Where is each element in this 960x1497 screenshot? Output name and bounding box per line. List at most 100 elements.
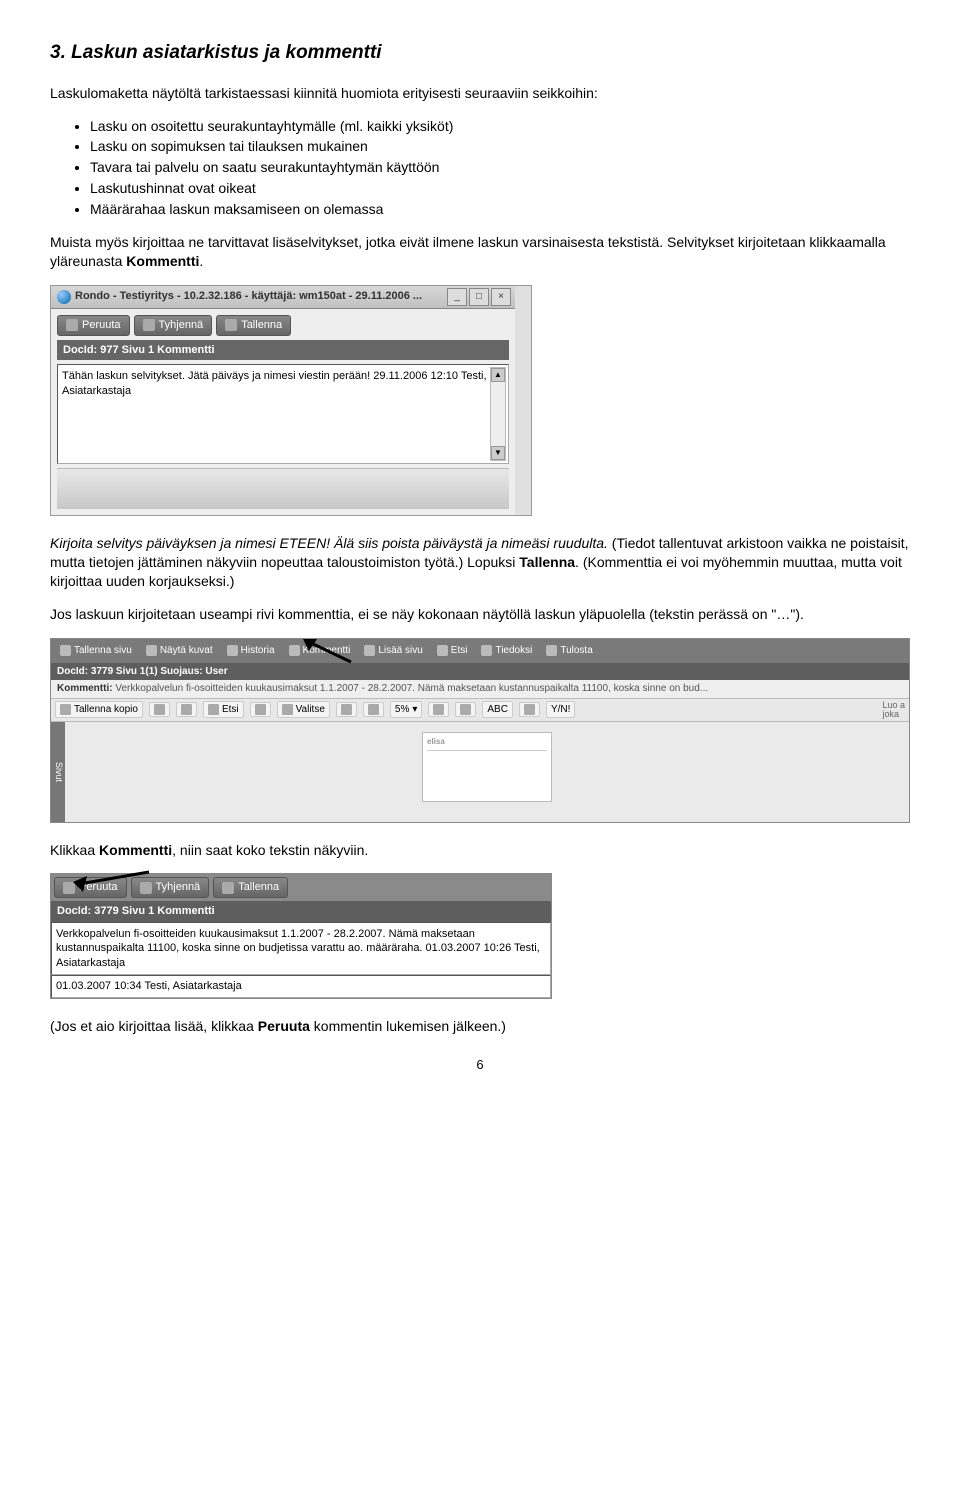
tallenna-button[interactable]: Tallenna	[216, 315, 291, 336]
abc-button[interactable]: ABC	[482, 701, 513, 719]
save-page-icon	[60, 645, 71, 656]
tab-tallenna-sivu[interactable]: Tallenna sivu	[55, 641, 137, 661]
tallenna-button[interactable]: Tallenna	[213, 877, 288, 898]
text-italic: Kirjoita selvitys päiväyksen ja nimesi E…	[50, 535, 608, 551]
valitse-button[interactable]: Valitse	[277, 701, 330, 719]
zoom-in-icon	[433, 704, 444, 715]
comment-readonly-text: Verkkopalvelun fi-osoitteiden kuukausima…	[51, 922, 551, 975]
images-icon	[146, 645, 157, 656]
zoom-in-button[interactable]	[428, 702, 449, 717]
app-icon	[57, 290, 71, 304]
tab-etsi[interactable]: Etsi	[432, 641, 473, 661]
toolbar: Peruuta Tyhjennä Tallenna	[57, 315, 509, 336]
peruuta-word: Peruuta	[258, 1018, 310, 1034]
peruuta-button[interactable]: Peruuta	[57, 315, 130, 336]
comment-label: Kommentti:	[57, 683, 113, 694]
select-icon	[282, 704, 293, 715]
paragraph: Klikkaa Kommentti, niin saat koko teksti…	[50, 841, 910, 860]
top-tab-row: Tallenna sivu Näytä kuvat Historia Komme…	[51, 639, 909, 663]
hand-icon	[255, 704, 266, 715]
add-page-icon	[364, 645, 375, 656]
page-icon	[460, 704, 471, 715]
comment-icon	[289, 645, 300, 656]
comment-text: Verkkopalvelun fi-osoitteiden kuukausima…	[115, 683, 708, 694]
maximize-button[interactable]: □	[469, 288, 489, 306]
text: (Jos et aio kirjoittaa lisää, klikkaa	[50, 1018, 258, 1034]
doc-info-bar: DocId: 977 Sivu 1 Kommentti	[57, 340, 509, 361]
search-icon	[437, 645, 448, 656]
tyhjenna-button[interactable]: Tyhjennä	[134, 315, 213, 336]
yn-button[interactable]: Y/N!	[546, 701, 575, 719]
etsi-button[interactable]: Etsi	[203, 701, 244, 719]
mail-icon	[181, 704, 192, 715]
bullet-item: Lasku on sopimuksen tai tilauksen mukain…	[90, 137, 910, 156]
zoom-out-button[interactable]	[363, 702, 384, 717]
text: , niin saat koko tekstin näkyviin.	[172, 842, 368, 858]
tab-historia[interactable]: Historia	[222, 641, 280, 661]
bullet-item: Määrärahaa laskun maksamiseen on olemass…	[90, 200, 910, 219]
doc-info-bar: DocId: 3779 Sivu 1 Kommentti	[51, 901, 551, 922]
hand-tool-button[interactable]	[250, 702, 271, 717]
search-icon	[208, 704, 219, 715]
paragraph: Jos laskuun kirjoitetaan useampi rivi ko…	[50, 605, 910, 624]
bullet-item: Laskutushinnat ovat oikeat	[90, 179, 910, 198]
print-button[interactable]	[149, 702, 170, 717]
window-scrollbar[interactable]	[515, 286, 531, 516]
minimize-button[interactable]: _	[447, 288, 467, 306]
app-toolbar-screenshot: Tallenna sivu Näytä kuvat Historia Komme…	[50, 638, 910, 823]
comment-window: Rondo - Testiyritys - 10.2.32.186 - käyt…	[50, 285, 532, 517]
scroll-down-icon[interactable]: ▼	[491, 446, 505, 460]
help-icon	[524, 704, 535, 715]
doc-brand: elisa	[427, 737, 547, 748]
save-copy-icon	[60, 704, 71, 715]
mail-button[interactable]	[176, 702, 197, 717]
zoom-out-icon	[368, 704, 379, 715]
tab-kommentti[interactable]: Kommentti	[284, 641, 356, 661]
page-nav-button[interactable]	[455, 702, 476, 717]
tallenna-word: Tallenna	[519, 554, 575, 570]
intro-paragraph: Laskulomaketta näytöltä tarkistaessasi k…	[50, 84, 910, 103]
text: Klikkaa	[50, 842, 99, 858]
window-titlebar: Rondo - Testiyritys - 10.2.32.186 - käyt…	[51, 286, 515, 309]
clear-icon	[140, 882, 152, 894]
tab-nayta-kuvat[interactable]: Näytä kuvat	[141, 641, 218, 661]
kommentti-word: Kommentti	[99, 842, 172, 858]
paragraph: Muista myös kirjoittaa ne tarvittavat li…	[50, 233, 910, 271]
textarea-content: Tähän laskun selvitykset. Jätä päiväys j…	[62, 369, 504, 398]
comment-input[interactable]: 01.03.2007 10:34 Testi, Asiatarkastaja	[51, 975, 551, 998]
scroll-up-icon[interactable]: ▲	[491, 368, 505, 382]
camera-icon	[341, 704, 352, 715]
zoom-level[interactable]: 5% ▾	[390, 701, 422, 719]
clear-icon	[143, 319, 155, 331]
sidebar-tab-sivut[interactable]: Sivut	[51, 722, 65, 822]
peruuta-button[interactable]: Peruuta	[54, 877, 127, 898]
window-footer	[57, 468, 509, 509]
tyhjenna-button[interactable]: Tyhjennä	[131, 877, 210, 898]
section-heading: 3. Laskun asiatarkistus ja kommentti	[50, 40, 910, 66]
luo-label: Luo ajoka	[882, 701, 905, 719]
tallenna-kopio-button[interactable]: Tallenna kopio	[55, 701, 143, 719]
comment-textarea[interactable]: Tähän laskun selvitykset. Jätä päiväys j…	[57, 364, 509, 464]
camera-button[interactable]	[336, 702, 357, 717]
comment-window-2: Peruuta Tyhjennä Tallenna DocId: 3779 Si…	[50, 873, 552, 998]
page-number: 6	[50, 1056, 910, 1074]
tab-tulosta[interactable]: Tulosta	[541, 641, 597, 661]
window-title: Rondo - Testiyritys - 10.2.32.186 - käyt…	[75, 289, 422, 304]
document-preview: elisa	[65, 722, 909, 822]
doc-info-bar: DocId: 3779 Sivu 1(1) Suojaus: User	[51, 663, 909, 681]
info-icon	[481, 645, 492, 656]
cancel-icon	[63, 882, 75, 894]
help-button[interactable]	[519, 702, 540, 717]
close-button[interactable]: ×	[491, 288, 511, 306]
tab-tiedoksi[interactable]: Tiedoksi	[476, 641, 537, 661]
history-icon	[227, 645, 238, 656]
document-thumbnail: elisa	[422, 732, 552, 802]
text: kommentin lukemisen jälkeen.)	[310, 1018, 506, 1034]
textarea-scrollbar[interactable]: ▲ ▼	[490, 367, 506, 461]
cancel-icon	[66, 319, 78, 331]
tab-lisaa-sivu[interactable]: Lisää sivu	[359, 641, 427, 661]
paragraph: (Jos et aio kirjoittaa lisää, klikkaa Pe…	[50, 1017, 910, 1036]
bullet-list: Lasku on osoitettu seurakuntayhtymälle (…	[50, 117, 910, 219]
kommentti-word: Kommentti	[126, 253, 199, 269]
print-icon	[546, 645, 557, 656]
